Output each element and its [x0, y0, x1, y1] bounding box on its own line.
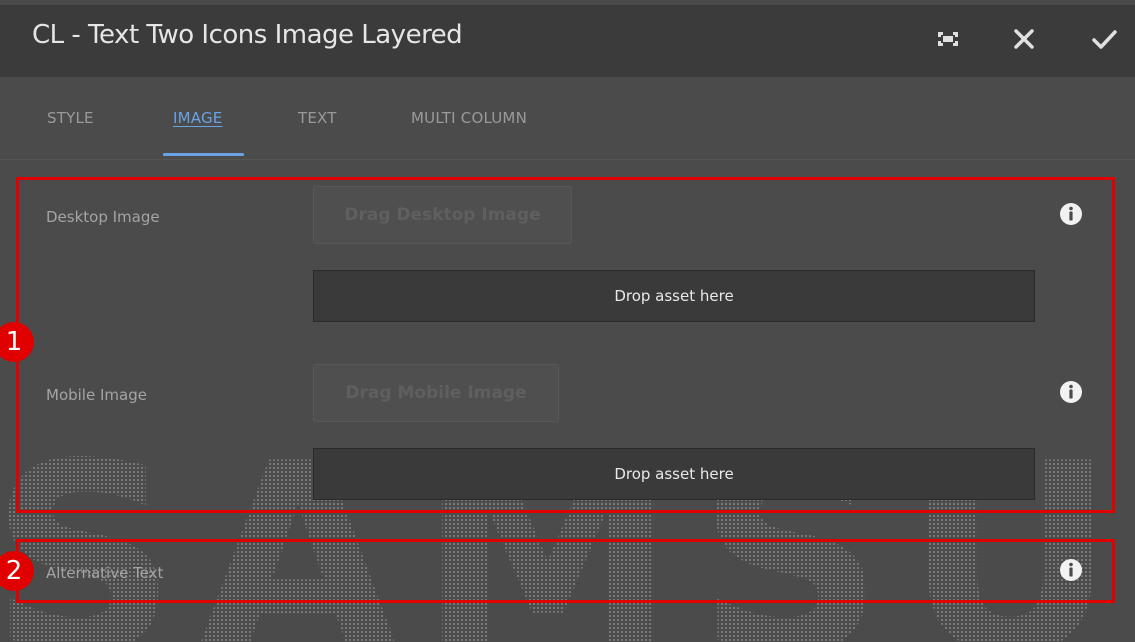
drag-desktop-image-button[interactable]: Drag Desktop Image [313, 186, 572, 244]
tab-image[interactable]: IMAGE [173, 109, 222, 127]
desktop-image-drop-zone[interactable]: Drop asset here [313, 270, 1035, 322]
fullscreen-icon[interactable] [932, 23, 964, 55]
alternative-text-label: Alternative Text [46, 564, 164, 582]
desktop-image-label: Desktop Image [46, 208, 160, 226]
drag-mobile-image-button[interactable]: Drag Mobile Image [313, 364, 559, 422]
tab-multi-column[interactable]: MULTI COLUMN [411, 109, 527, 127]
tab-bar: STYLE IMAGE TEXT MULTI COLUMN [0, 77, 1135, 160]
info-icon[interactable] [1059, 380, 1083, 404]
tab-style[interactable]: STYLE [47, 109, 94, 127]
mobile-image-label: Mobile Image [46, 386, 147, 404]
tab-text[interactable]: TEXT [298, 109, 337, 127]
checkmark-icon[interactable] [1088, 23, 1120, 55]
close-icon[interactable] [1008, 23, 1040, 55]
dialog-header: CL - Text Two Icons Image Layered [0, 5, 1135, 77]
dialog-title: CL - Text Two Icons Image Layered [32, 20, 463, 50]
active-tab-indicator [163, 153, 244, 156]
info-icon[interactable] [1059, 202, 1083, 226]
info-icon[interactable] [1059, 558, 1083, 582]
mobile-image-drop-zone[interactable]: Drop asset here [313, 448, 1035, 500]
